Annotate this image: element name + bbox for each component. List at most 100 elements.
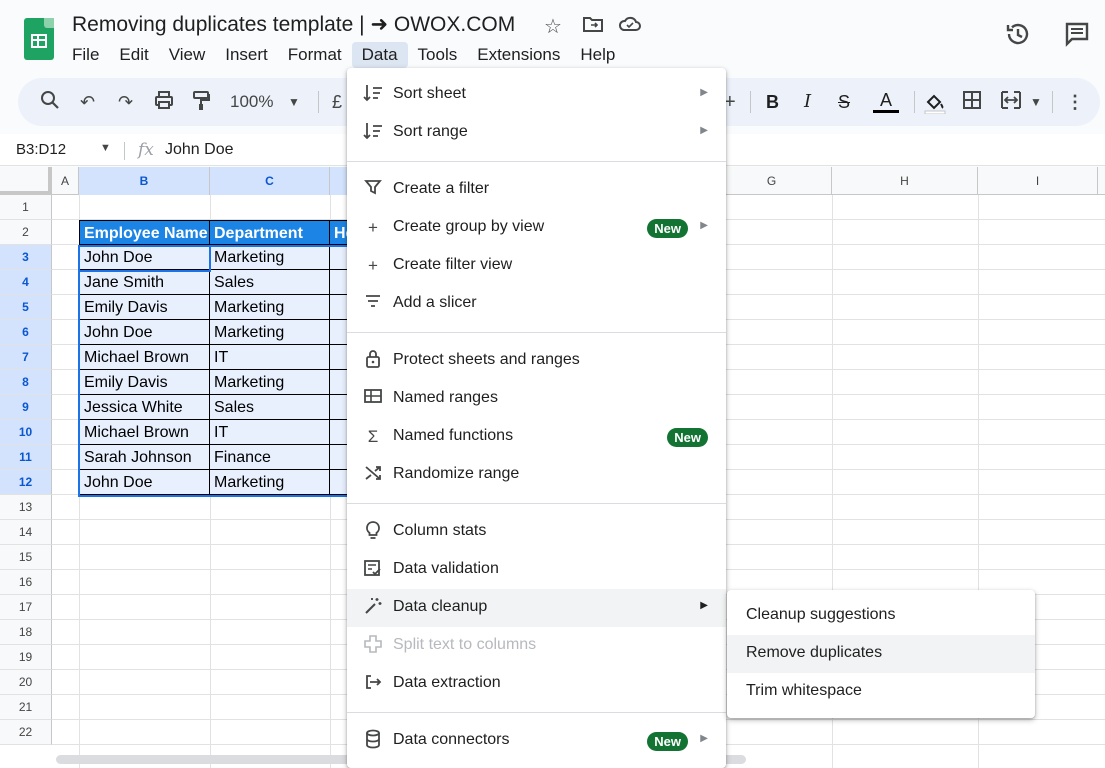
- table-cell-employee-name[interactable]: Michael Brown: [79, 420, 210, 445]
- row-header-11[interactable]: 11: [0, 445, 52, 470]
- fill-color-icon[interactable]: [922, 90, 946, 120]
- cloud-status-icon[interactable]: [618, 14, 642, 40]
- table-cell-employee-name[interactable]: Jane Smith: [79, 270, 210, 295]
- row-header-2[interactable]: 2: [0, 220, 52, 245]
- name-box[interactable]: B3:D12: [16, 141, 66, 158]
- menu-item-create-group-by-view[interactable]: + Create group by view New ▶: [347, 209, 726, 247]
- menu-tools[interactable]: Tools: [408, 42, 468, 68]
- table-cell-department[interactable]: Marketing: [210, 320, 330, 345]
- table-header-partial[interactable]: He: [330, 220, 348, 245]
- menu-item-remove-duplicates[interactable]: Remove duplicates: [727, 635, 1035, 673]
- column-header-g[interactable]: G: [712, 167, 832, 195]
- table-cell-employee-name[interactable]: Emily Davis: [79, 295, 210, 320]
- row-header-17[interactable]: 17: [0, 595, 52, 620]
- comments-icon[interactable]: [1063, 20, 1091, 55]
- row-header-10[interactable]: 10: [0, 420, 52, 445]
- text-color-icon[interactable]: A: [873, 90, 899, 113]
- menu-item-data-connectors[interactable]: Data connectors New ▶: [347, 722, 726, 760]
- row-header-13[interactable]: 13: [0, 495, 52, 520]
- move-folder-icon[interactable]: [582, 14, 604, 40]
- table-header-employee-name[interactable]: Employee Name: [79, 220, 210, 245]
- table-cell-department[interactable]: Sales: [210, 395, 330, 420]
- table-cell-partial[interactable]: [330, 245, 348, 270]
- table-cell-partial[interactable]: [330, 370, 348, 395]
- table-cell-department[interactable]: Marketing: [210, 245, 330, 270]
- merge-cells-icon[interactable]: [1000, 90, 1022, 116]
- chevron-down-icon[interactable]: ▼: [288, 90, 300, 114]
- menu-insert[interactable]: Insert: [215, 42, 278, 68]
- menu-item-sort-range[interactable]: Sort range ▶: [347, 114, 726, 152]
- column-header-h[interactable]: H: [832, 167, 978, 195]
- table-cell-department[interactable]: Marketing: [210, 370, 330, 395]
- table-cell-employee-name[interactable]: Jessica White: [79, 395, 210, 420]
- column-header-i[interactable]: I: [978, 167, 1098, 195]
- document-title[interactable]: Removing duplicates template | ➜ OWOX.CO…: [72, 12, 515, 37]
- menu-item-data-extraction[interactable]: Data extraction: [347, 665, 726, 703]
- menu-item-create-a-filter[interactable]: Create a filter: [347, 171, 726, 209]
- menu-item-named-ranges[interactable]: Named ranges: [347, 380, 726, 418]
- menu-item-randomize-range[interactable]: Randomize range: [347, 456, 726, 494]
- sheets-logo-icon[interactable]: [24, 18, 54, 60]
- table-cell-employee-name[interactable]: Michael Brown: [79, 345, 210, 370]
- table-cell-partial[interactable]: [330, 295, 348, 320]
- table-cell-partial[interactable]: [330, 270, 348, 295]
- row-header-12[interactable]: 12: [0, 470, 52, 495]
- row-header-9[interactable]: 9: [0, 395, 52, 420]
- table-cell-department[interactable]: Sales: [210, 270, 330, 295]
- row-header-18[interactable]: 18: [0, 620, 52, 645]
- table-cell-partial[interactable]: [330, 395, 348, 420]
- row-header-14[interactable]: 14: [0, 520, 52, 545]
- menu-data[interactable]: Data: [351, 42, 408, 68]
- paint-format-icon[interactable]: [191, 90, 211, 118]
- menu-item-data-cleanup[interactable]: Data cleanup ▶: [347, 589, 726, 627]
- menu-item-cleanup-suggestions[interactable]: Cleanup suggestions: [727, 597, 1035, 635]
- row-header-21[interactable]: 21: [0, 695, 52, 720]
- menu-item-create-filter-view[interactable]: + Create filter view: [347, 247, 726, 285]
- menu-item-data-validation[interactable]: Data validation: [347, 551, 726, 589]
- menu-view[interactable]: View: [159, 42, 216, 68]
- menu-item-add-a-slicer[interactable]: Add a slicer: [347, 285, 726, 323]
- table-cell-partial[interactable]: [330, 420, 348, 445]
- italic-icon[interactable]: I: [804, 90, 811, 114]
- currency-format-button[interactable]: £: [332, 90, 342, 114]
- chevron-down-icon[interactable]: ▼: [100, 142, 111, 154]
- row-header-8[interactable]: 8: [0, 370, 52, 395]
- row-header-22[interactable]: 22: [0, 720, 52, 745]
- row-header-16[interactable]: 16: [0, 570, 52, 595]
- table-cell-department[interactable]: Finance: [210, 445, 330, 470]
- menu-item-protect-sheets-and-ranges[interactable]: Protect sheets and ranges: [347, 342, 726, 380]
- table-cell-department[interactable]: IT: [210, 420, 330, 445]
- strikethrough-icon[interactable]: S: [838, 90, 850, 114]
- search-menus-icon[interactable]: [40, 90, 60, 116]
- menu-item-sort-sheet[interactable]: Sort sheet ▶: [347, 76, 726, 114]
- row-header-3[interactable]: 3: [0, 245, 52, 270]
- redo-icon[interactable]: ↷: [118, 90, 133, 114]
- row-header-19[interactable]: 19: [0, 645, 52, 670]
- print-icon[interactable]: [154, 90, 174, 116]
- more-options-icon[interactable]: ⋮: [1066, 90, 1084, 114]
- menu-file[interactable]: File: [62, 42, 109, 68]
- formula-input[interactable]: John Doe: [165, 141, 234, 159]
- row-header-20[interactable]: 20: [0, 670, 52, 695]
- menu-help[interactable]: Help: [570, 42, 625, 68]
- table-cell-employee-name[interactable]: John Doe: [79, 470, 210, 495]
- row-header-1[interactable]: 1: [0, 195, 52, 220]
- menu-format[interactable]: Format: [278, 42, 352, 68]
- column-header-c[interactable]: C: [210, 167, 330, 195]
- row-header-15[interactable]: 15: [0, 545, 52, 570]
- table-header-department[interactable]: Department: [210, 220, 330, 245]
- bold-icon[interactable]: B: [766, 90, 779, 114]
- version-history-icon[interactable]: [1004, 20, 1032, 55]
- menu-item-trim-whitespace[interactable]: Trim whitespace: [727, 673, 1035, 711]
- row-header-4[interactable]: 4: [0, 270, 52, 295]
- column-header-d[interactable]: [330, 167, 348, 195]
- select-all-corner[interactable]: [0, 167, 52, 195]
- table-cell-partial[interactable]: [330, 470, 348, 495]
- menu-edit[interactable]: Edit: [109, 42, 158, 68]
- table-cell-employee-name[interactable]: John Doe: [79, 320, 210, 345]
- row-header-7[interactable]: 7: [0, 345, 52, 370]
- star-icon[interactable]: ☆: [544, 14, 562, 39]
- column-header-b[interactable]: B: [79, 167, 210, 195]
- row-header-5[interactable]: 5: [0, 295, 52, 320]
- column-header-a[interactable]: A: [52, 167, 79, 195]
